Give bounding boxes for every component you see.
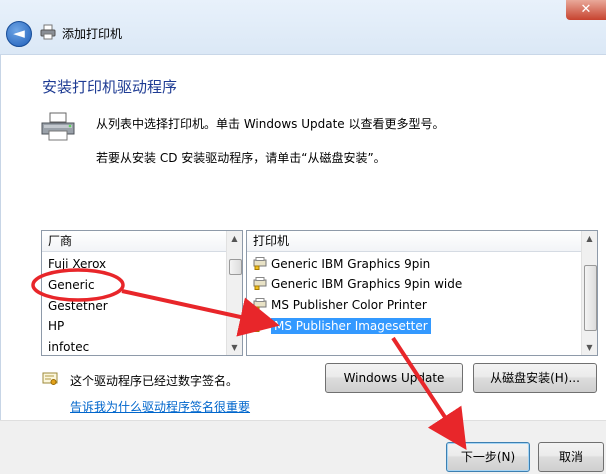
scroll-up-icon[interactable]: ▲ bbox=[582, 231, 597, 246]
back-button[interactable]: ◄ bbox=[6, 21, 32, 47]
scroll-thumb[interactable] bbox=[229, 259, 242, 275]
printer-item[interactable]: Generic IBM Graphics 9pin bbox=[253, 255, 430, 274]
instruction-text-2: 若要从安装 CD 安装驱动程序，请单击“从磁盘安装”。 bbox=[96, 151, 386, 165]
manufacturer-item[interactable]: Fuji Xerox bbox=[48, 255, 106, 273]
printer-list-header: 打印机 bbox=[247, 231, 597, 252]
title-bar: ◄ 添加打印机 bbox=[0, 0, 606, 55]
printer-driver-icon bbox=[253, 277, 267, 290]
printer-name: MS Publisher Imagesetter bbox=[271, 318, 431, 334]
printer-item[interactable]: Generic IBM Graphics 9pin wide bbox=[253, 275, 462, 294]
printer-name: Generic IBM Graphics 9pin wide bbox=[271, 277, 463, 291]
printer-driver-icon bbox=[253, 298, 267, 311]
manufacturer-item[interactable]: Generic bbox=[48, 276, 95, 294]
manufacturer-item[interactable]: HP bbox=[48, 317, 64, 335]
printer-item[interactable]: MS Publisher Color Printer bbox=[253, 296, 427, 315]
have-disk-button[interactable]: 从磁盘安装(H)... bbox=[473, 363, 597, 393]
close-button[interactable]: ✕ bbox=[566, 0, 606, 20]
cancel-button[interactable]: 取消 bbox=[538, 442, 604, 472]
windows-update-button[interactable]: Windows Update bbox=[325, 363, 463, 393]
scroll-up-icon[interactable]: ▲ bbox=[227, 231, 242, 246]
printer-name: MS Publisher Color Printer bbox=[271, 298, 427, 312]
manufacturer-item[interactable]: Gestetner bbox=[48, 297, 108, 315]
printer-scrollbar[interactable]: ▲ ▼ bbox=[581, 231, 597, 355]
back-arrow-icon: ◄ bbox=[13, 24, 25, 42]
next-button[interactable]: 下一步(N) bbox=[446, 442, 530, 472]
instruction-text-1: 从列表中选择打印机。单击 Windows Update 以查看更多型号。 bbox=[96, 117, 445, 131]
scroll-down-icon[interactable]: ▼ bbox=[582, 340, 597, 355]
manufacturer-item[interactable]: infotec bbox=[48, 338, 89, 356]
close-icon: ✕ bbox=[580, 2, 592, 17]
printer-driver-icon bbox=[253, 319, 267, 332]
printer-icon bbox=[40, 24, 56, 40]
scroll-down-icon[interactable]: ▼ bbox=[227, 340, 242, 355]
printer-list[interactable]: 打印机 Generic IBM Graphics 9pin Generic IB… bbox=[246, 230, 598, 356]
window-title: 添加打印机 bbox=[62, 27, 123, 41]
printer-item-selected[interactable]: MS Publisher Imagesetter bbox=[253, 317, 431, 336]
scroll-thumb[interactable] bbox=[584, 265, 597, 331]
certificate-icon bbox=[42, 372, 58, 385]
signature-status-text: 这个驱动程序已经过数字签名。 bbox=[70, 374, 239, 388]
manufacturer-list-header: 厂商 bbox=[42, 231, 242, 252]
manufacturer-list[interactable]: 厂商 Fuji Xerox Generic Gestetner HP infot… bbox=[41, 230, 243, 356]
printer-driver-icon bbox=[253, 257, 267, 270]
page-heading: 安装打印机驱动程序 bbox=[42, 78, 178, 96]
signature-info-link[interactable]: 告诉我为什么驱动程序签名很重要 bbox=[70, 398, 250, 415]
printer-name: Generic IBM Graphics 9pin bbox=[271, 257, 431, 271]
manufacturer-scrollbar[interactable]: ▲ ▼ bbox=[226, 231, 242, 355]
printer-large-icon bbox=[41, 112, 75, 141]
